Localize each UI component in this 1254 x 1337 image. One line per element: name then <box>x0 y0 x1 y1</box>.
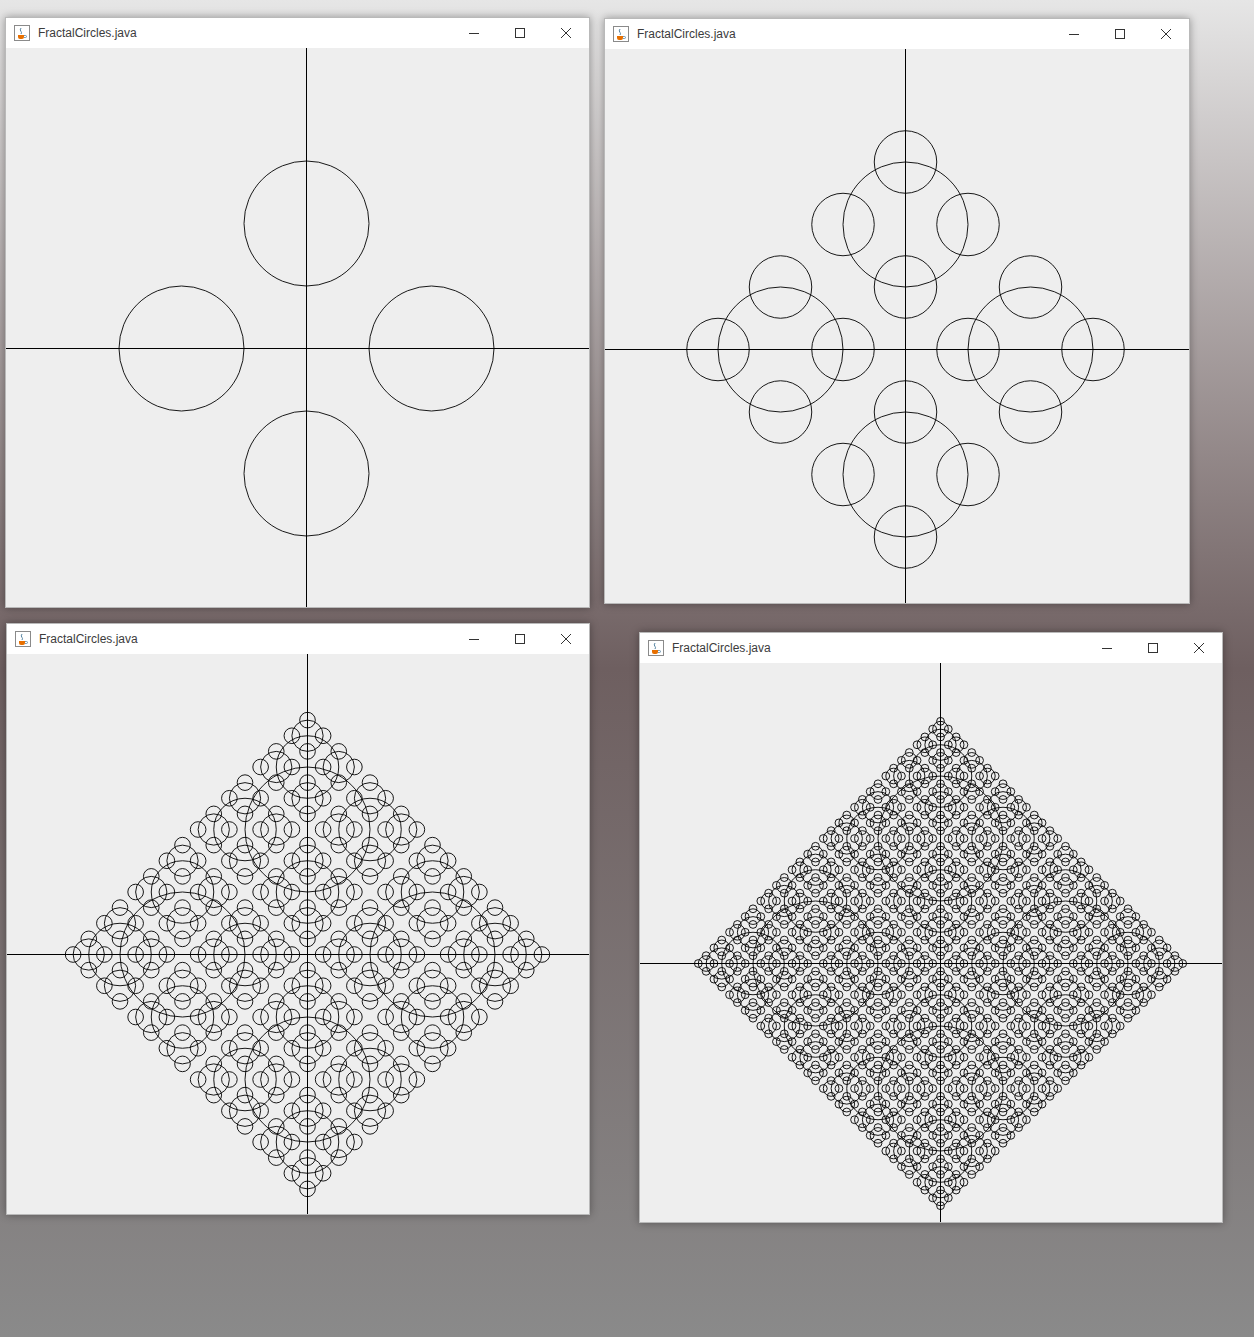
close-button[interactable] <box>543 18 589 48</box>
window-title: FractalCircles.java <box>39 630 138 648</box>
close-button[interactable] <box>1176 633 1222 663</box>
close-icon <box>1194 643 1204 653</box>
java-icon <box>14 25 30 41</box>
maximize-button[interactable] <box>497 624 543 654</box>
app-window[interactable]: FractalCircles.java <box>604 18 1190 604</box>
app-window[interactable]: FractalCircles.java <box>6 623 590 1215</box>
fractal-drawing <box>7 654 589 1214</box>
java-icon <box>648 640 664 656</box>
canvas <box>7 654 589 1214</box>
app-window[interactable]: FractalCircles.java <box>639 632 1223 1223</box>
close-icon <box>561 28 571 38</box>
close-icon <box>1161 29 1171 39</box>
fractal-drawing <box>6 48 589 607</box>
app-window[interactable]: FractalCircles.java <box>5 17 590 608</box>
fractal-drawing <box>605 49 1189 603</box>
minimize-button[interactable] <box>451 624 497 654</box>
minimize-button[interactable] <box>1084 633 1130 663</box>
title-bar[interactable]: FractalCircles.java <box>7 624 589 654</box>
minimize-icon <box>469 634 479 644</box>
maximize-icon <box>1115 29 1125 39</box>
minimize-icon <box>1069 29 1079 39</box>
canvas <box>640 663 1222 1222</box>
close-button[interactable] <box>1143 19 1189 49</box>
minimize-button[interactable] <box>1051 19 1097 49</box>
maximize-icon <box>1148 643 1158 653</box>
canvas <box>605 49 1189 603</box>
title-bar[interactable]: FractalCircles.java <box>640 633 1222 663</box>
maximize-button[interactable] <box>497 18 543 48</box>
title-bar[interactable]: FractalCircles.java <box>605 19 1189 49</box>
fractal-drawing <box>640 663 1222 1222</box>
maximize-icon <box>515 634 525 644</box>
java-icon <box>613 26 629 42</box>
window-title: FractalCircles.java <box>38 24 137 42</box>
close-icon <box>561 634 571 644</box>
close-button[interactable] <box>543 624 589 654</box>
maximize-icon <box>515 28 525 38</box>
window-title: FractalCircles.java <box>637 25 736 43</box>
desktop: FractalCircles.java FractalCircles.java Fr… <box>0 0 1254 1337</box>
canvas <box>6 48 589 607</box>
maximize-button[interactable] <box>1130 633 1176 663</box>
minimize-button[interactable] <box>451 18 497 48</box>
java-icon <box>15 631 31 647</box>
minimize-icon <box>469 28 479 38</box>
minimize-icon <box>1102 643 1112 653</box>
title-bar[interactable]: FractalCircles.java <box>6 18 589 48</box>
maximize-button[interactable] <box>1097 19 1143 49</box>
window-title: FractalCircles.java <box>672 639 771 657</box>
